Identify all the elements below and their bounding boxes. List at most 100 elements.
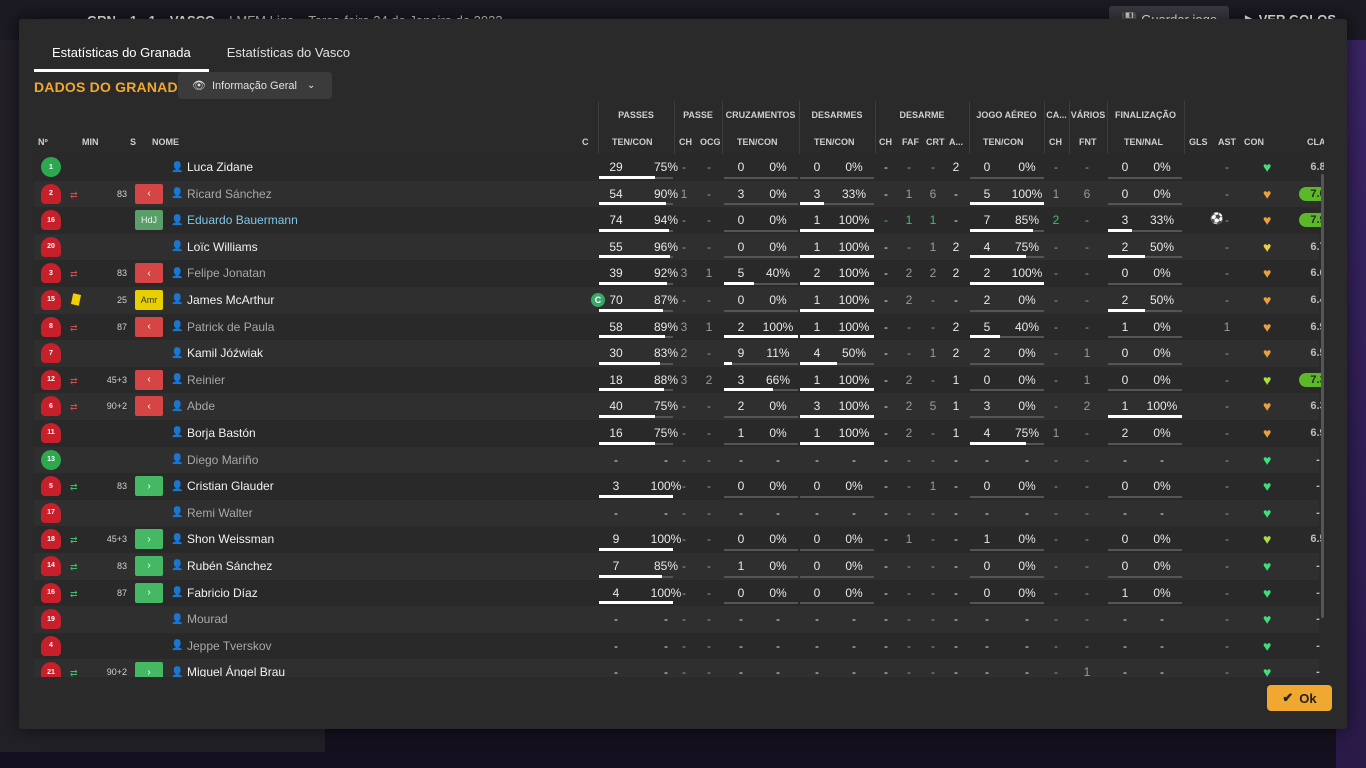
player-name[interactable]: Eduardo Bauermann (187, 207, 298, 233)
stat-da: - (954, 452, 958, 467)
condition-heart-icon: ♥ (1263, 318, 1272, 335)
status-badge[interactable]: › (135, 476, 163, 497)
stat-ast: 1 (1223, 319, 1231, 334)
table-row[interactable]: 11 👤 Borja Bastón 16 75% - -1 0% 1 100% -2-1 4 75% 1-… (34, 419, 1324, 447)
table-row[interactable]: 21 ⇄ 90+2 › 👤 Miguel Ángel Brau - - - - - - - - - - - - - -… (34, 659, 1320, 677)
player-name[interactable]: Loïc Williams (187, 234, 258, 260)
status-badge[interactable]: ‹ (135, 396, 163, 417)
shirt-number: 5 (49, 482, 53, 490)
tab-granada-stats[interactable]: Estatísticas do Granada (34, 37, 209, 72)
col-passes-ten-con[interactable]: TEN/CON (612, 137, 653, 147)
table-row[interactable]: 12 ⇄ 45+3 ‹ 👤 Reinier 18 88% 3 2 3 66% 1 100% -2-1 0 0% -… (34, 366, 1324, 394)
player-name[interactable]: Miguel Ángel Brau (187, 659, 285, 677)
stat-dfaf: - (907, 585, 911, 600)
stat-fnt: - (1085, 319, 1089, 334)
scrollbar[interactable] (1321, 174, 1324, 618)
status-badge[interactable]: Amr (135, 289, 163, 310)
col-passe-ch[interactable]: CH (679, 137, 692, 147)
status-badge[interactable]: ‹ (135, 263, 163, 284)
player-name[interactable]: Rubén Sánchez (187, 553, 272, 579)
col-ja-ten-con[interactable]: TEN/CON (983, 137, 1024, 147)
col-cla[interactable]: CLA (1307, 137, 1324, 147)
player-name[interactable]: Remi Walter (187, 500, 253, 526)
status-badge[interactable]: ‹ (135, 369, 163, 390)
table-row[interactable]: 16 HdJ 👤 Eduardo Bauermann 74 94% - -0 0% 1 100% -1… (34, 207, 1324, 234)
stat-bar-fill (800, 281, 874, 285)
table-row[interactable]: 6 ⇄ 90+2 ‹ 👤 Abde 40 75% - -2 0% 3 100% -2 5 1 3 0% -2 1 100… (34, 393, 1324, 420)
status-badge[interactable]: › (135, 662, 163, 677)
person-icon: 👤 (171, 560, 184, 572)
player-name[interactable]: Ricard Sánchez (187, 181, 272, 207)
col-ca-ch[interactable]: CH (1049, 137, 1062, 147)
player-name[interactable]: Fabricio Díaz (187, 580, 258, 606)
stat-dcrt: - (931, 292, 935, 307)
col-ast[interactable]: AST (1218, 137, 1236, 147)
col-d-ch[interactable]: CH (879, 137, 892, 147)
col-no[interactable]: Nº (38, 137, 48, 147)
stat-bar-fill (599, 494, 673, 498)
col-gls[interactable]: GLS (1189, 137, 1208, 147)
table-row[interactable]: 5 ⇄ 83 › 👤 Cristian Glauder 3 100% - -0 0% 0 0% - -1-0… (34, 473, 1320, 500)
player-name[interactable]: Mourad (187, 606, 228, 632)
player-name[interactable]: Abde (187, 393, 215, 419)
col-d-a[interactable]: A... (949, 137, 963, 147)
minute (89, 154, 127, 180)
table-row[interactable]: 13 👤 Diego Mariño - - - - - - - - - - - - - - - - - - - ♥ - (34, 446, 1320, 474)
table-row[interactable]: 1 👤 Luca Zidane 29 75% - -0 0% 0 0% - - -2 0 0% - -0 0% - ♥… (34, 154, 1324, 181)
col-fin-ten-nal[interactable]: TEN/NAL (1124, 137, 1163, 147)
shirt-icon: 16 (41, 582, 61, 603)
table-row[interactable]: 14 ⇄ 83 › 👤 Rubén Sánchez 7 85% - -1 0% 0 0% - - - -0 0% -… (34, 552, 1320, 580)
table-row[interactable]: 18 ⇄ 45+3 › 👤 Shon Weissman 9 100% - -0 0% 0 0% -1- -1… (34, 526, 1324, 553)
col-c[interactable]: C (582, 137, 589, 147)
stat-da: - (954, 585, 958, 600)
table-row[interactable]: 15 25 Amr 👤 James McArthur C 70 87% - -0 0% 1 100% -2… (34, 286, 1324, 314)
col-d-faf[interactable]: FAF (902, 137, 919, 147)
condition-heart-icon: ♥ (1263, 159, 1272, 175)
col-passe-ocg[interactable]: OCG (700, 137, 721, 147)
col-d-crt[interactable]: CRT (926, 137, 945, 147)
table-row[interactable]: 2 ⇄ 83 ‹ 👤 Ricard Sánchez 54 90% 1-3 0% 3 33% -1 6-5 1… (34, 180, 1324, 208)
player-name[interactable]: Borja Bastón (187, 420, 256, 446)
table-row[interactable]: 3 ⇄ 83 ‹ 👤 Felipe Jonatan 39 92% 3 1 5 40% 2 100% -2 2 2… (34, 260, 1324, 287)
minute: 87 (116, 587, 127, 598)
table-row[interactable]: 7 👤 Kamil Jóźwiak 30 83% 2-9 11% 4 50% - -1 2 2 0% -1 0… (34, 340, 1324, 367)
tab-vasco-stats[interactable]: Estatísticas do Vasco (209, 37, 368, 72)
player-name[interactable]: Reinier (187, 367, 225, 393)
status-badge[interactable]: › (135, 555, 163, 576)
status-badge[interactable]: HdJ (135, 210, 163, 231)
player-name[interactable]: Patrick de Paula (187, 314, 274, 340)
table-row[interactable]: 4 👤 Jeppe Tverskov - - - - - - - - - - - - - - - - - - - ♥ - (34, 632, 1320, 660)
stat-fnt: 1 (1083, 372, 1091, 387)
table-row[interactable]: 20 👤 Loïc Williams 55 96% - -0 0% 1 100% - -1 2 4 75% -… (34, 233, 1324, 261)
stat-pocg: 1 (705, 319, 713, 334)
player-name[interactable]: James McArthur (187, 287, 274, 313)
col-v-fnt[interactable]: FNT (1079, 137, 1097, 147)
player-name[interactable]: Felipe Jonatan (187, 260, 266, 286)
col-con[interactable]: CON (1244, 137, 1264, 147)
player-name[interactable]: Shon Weissman (187, 526, 274, 552)
col-cruz-ten-con[interactable]: TEN/CON (737, 137, 778, 147)
table-row[interactable]: 17 👤 Remi Walter - - - - - - - - - - - - - - - - - - - ♥ - (34, 499, 1320, 527)
table-row[interactable]: 16 ⇄ 87 › 👤 Fabricio Díaz 4 100% - -0 0% 0 0% - - - -0 0%… (34, 579, 1320, 607)
stat-bar-track (970, 415, 1044, 418)
status-badge[interactable]: ‹ (135, 183, 163, 204)
col-min[interactable]: MIN (82, 137, 99, 147)
ok-button[interactable]: ✔ Ok (1267, 685, 1332, 711)
stat-bar-track (724, 575, 798, 578)
player-name[interactable]: Kamil Jóźwiak (187, 340, 263, 366)
table-row[interactable]: 8 ⇄ 87 ‹ 👤 Patrick de Paula 58 89% 3 1 2 100% 1 100% -… (34, 313, 1324, 341)
status-badge[interactable]: › (135, 529, 163, 550)
col-nome[interactable]: NOME (152, 137, 179, 147)
col-des-ten-con[interactable]: TEN/CON (814, 137, 855, 147)
view-dropdown[interactable]: 👁 Informação Geral ⌄ (178, 72, 332, 99)
table-row[interactable]: 19 👤 Mourad - - - - - - - - - - - - - - - - - - - ♥ - (34, 606, 1320, 633)
status-badge[interactable]: ‹ (135, 316, 163, 337)
stat-pch: - (682, 425, 686, 440)
status-badge[interactable]: › (135, 582, 163, 603)
player-name[interactable]: Diego Mariño (187, 447, 258, 473)
player-name[interactable]: Cristian Glauder (187, 473, 274, 499)
col-s[interactable]: S (130, 137, 136, 147)
stat-pocg: - (707, 479, 711, 494)
player-name[interactable]: Jeppe Tverskov (187, 633, 272, 659)
player-name[interactable]: Luca Zidane (187, 154, 253, 180)
